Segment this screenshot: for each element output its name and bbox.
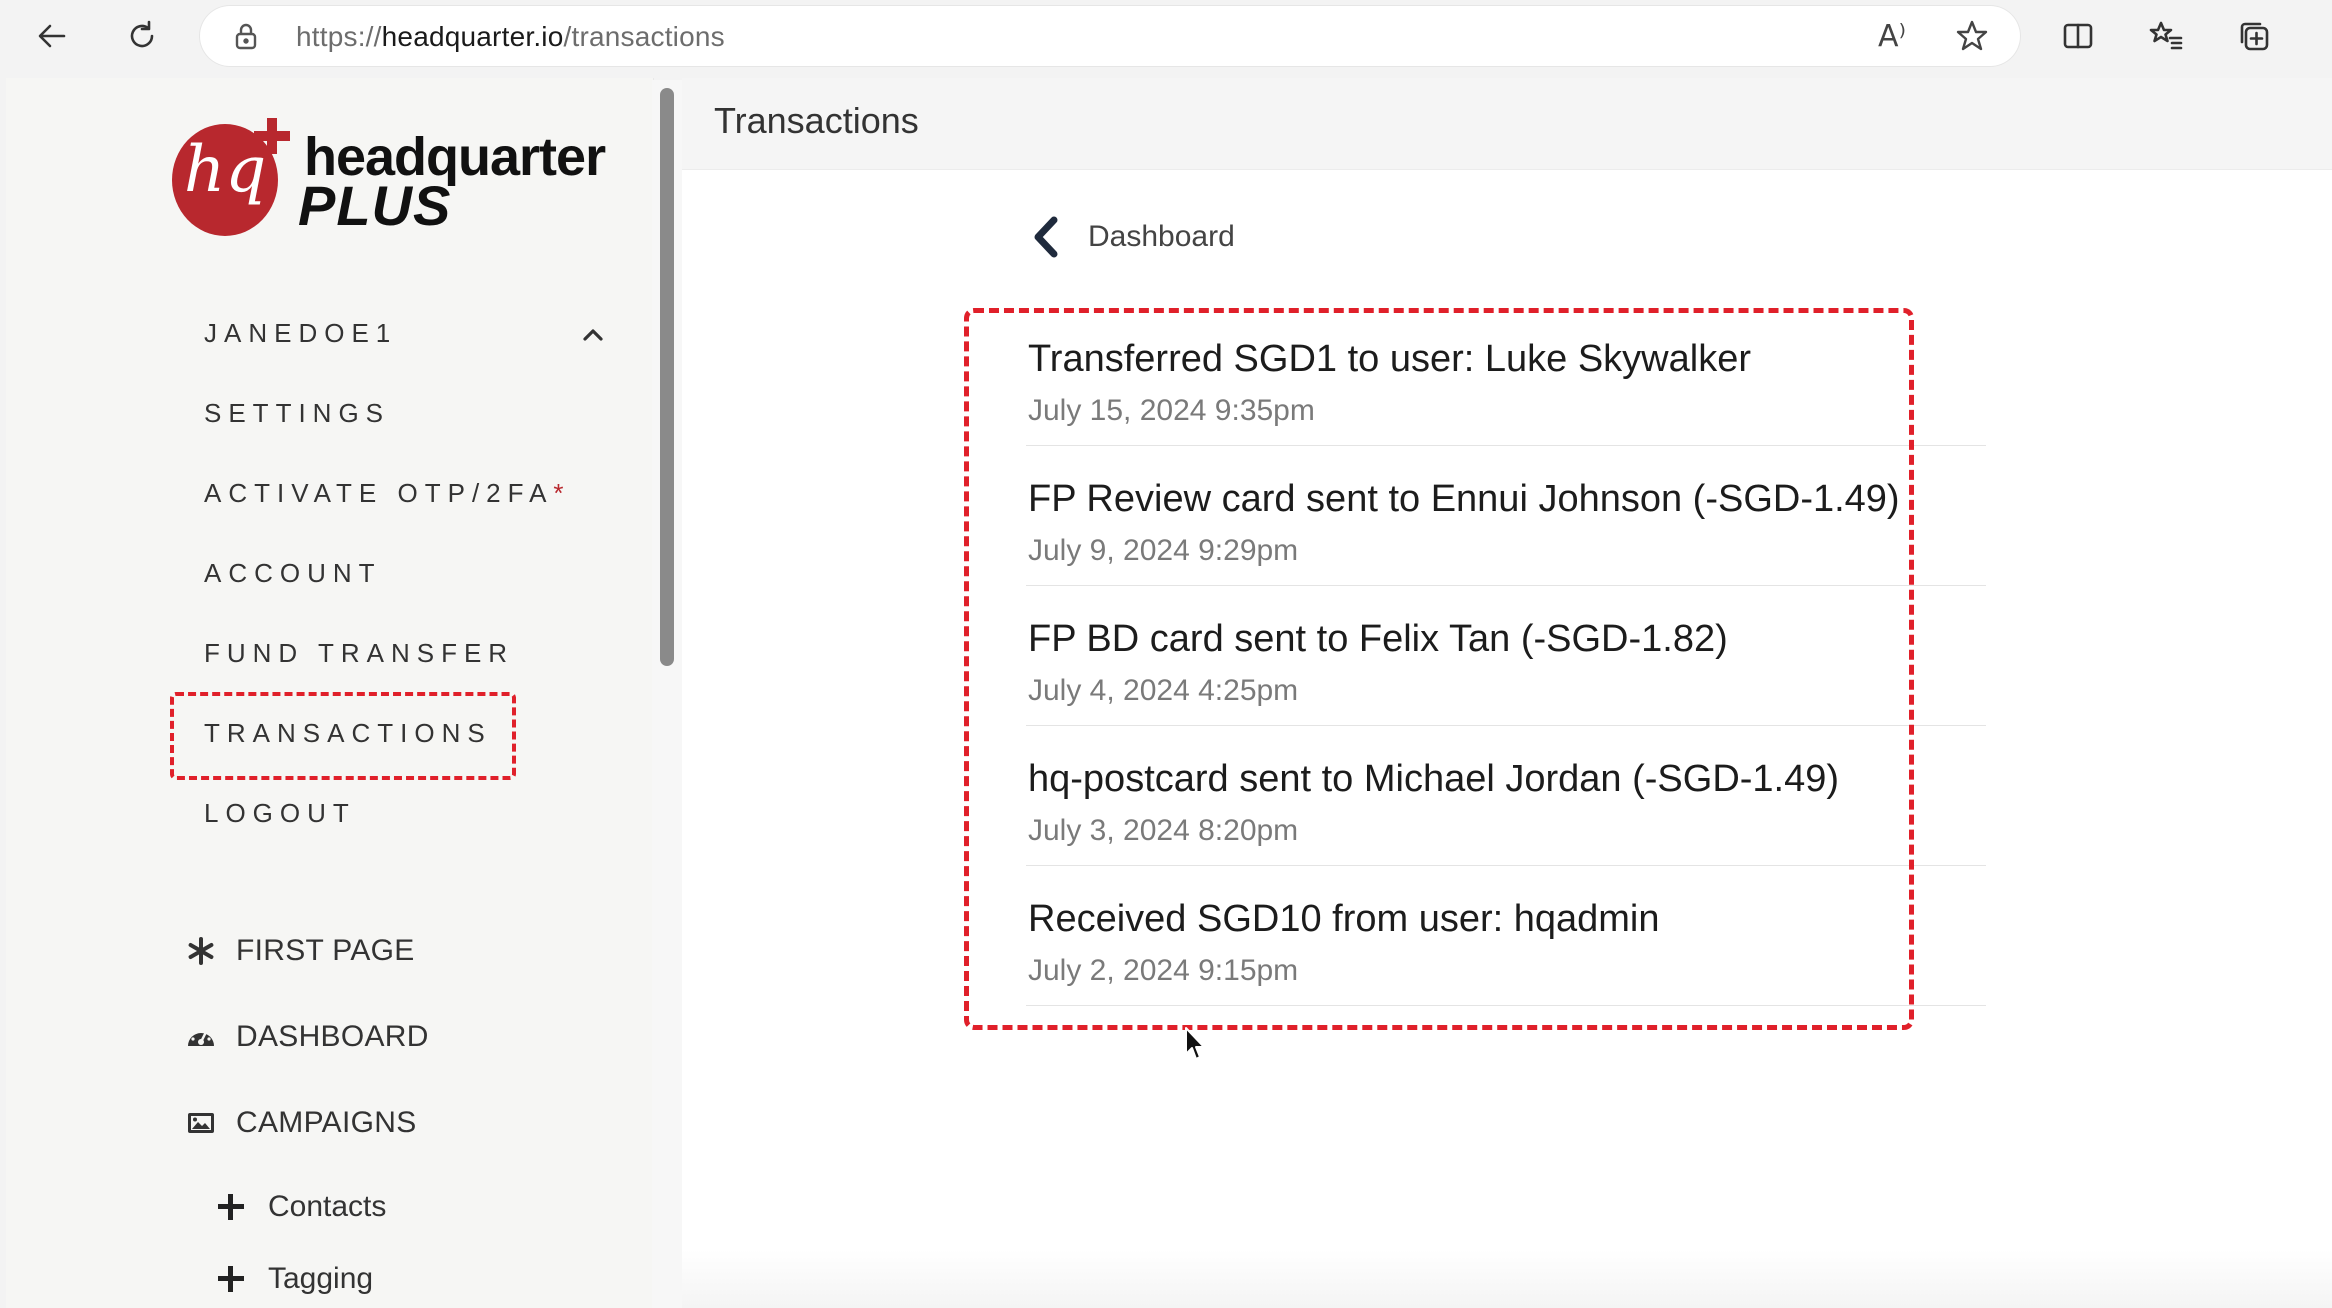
url-path: /transactions: [563, 21, 725, 52]
refresh-icon[interactable]: [114, 8, 170, 64]
address-bar[interactable]: https://headquarter.io/transactions A⁾: [200, 6, 2020, 66]
required-asterisk: *: [553, 478, 564, 508]
collections-icon[interactable]: [2226, 8, 2282, 64]
url-text[interactable]: https://headquarter.io/transactions: [296, 21, 725, 53]
menu-item-activate-otp[interactable]: ACTIVATE OTP/2FA*: [204, 478, 564, 509]
lock-icon[interactable]: [230, 20, 262, 52]
back-to-dashboard-link[interactable]: Dashboard: [1028, 214, 1235, 260]
nav-dashboard[interactable]: DASHBOARD: [184, 1020, 429, 1054]
transactions-highlight-box: [170, 692, 516, 780]
nav-first-page[interactable]: FIRST PAGE: [184, 934, 415, 968]
menu-item-fund-transfer[interactable]: FUND TRANSFER: [204, 638, 514, 669]
speedometer-icon: [184, 1020, 218, 1054]
split-screen-icon[interactable]: [2050, 8, 2106, 64]
logo-plus-wordmark: PLUS: [298, 174, 452, 237]
nav-campaigns-label: CAMPAIGNS: [236, 1106, 417, 1139]
favorites-list-icon[interactable]: [2138, 8, 2194, 64]
menu-item-logout[interactable]: LOGOUT: [204, 798, 356, 829]
image-icon: [184, 1106, 218, 1140]
favorite-star-icon[interactable]: [1954, 18, 1990, 54]
mouse-cursor-icon: [1185, 1027, 1205, 1060]
page-header: Transactions: [682, 78, 2332, 170]
sidebar-scrollbar-thumb[interactable]: [660, 88, 674, 666]
nav-dashboard-label: DASHBOARD: [236, 1020, 429, 1053]
account-username-toggle[interactable]: JANEDOE1: [204, 318, 397, 349]
plus-icon: [216, 1192, 246, 1222]
nav-contacts-label: Contacts: [268, 1190, 387, 1223]
menu-item-settings[interactable]: SETTINGS: [204, 398, 390, 429]
asterisk-icon: [184, 934, 218, 968]
menu-item-activate-otp-label: ACTIVATE OTP/2FA: [204, 478, 554, 508]
nav-tagging[interactable]: Tagging: [216, 1262, 373, 1296]
chevron-left-icon: [1028, 214, 1064, 260]
logo-plus-icon: [254, 118, 290, 154]
url-prefix: https://: [296, 21, 382, 52]
plus-icon: [216, 1264, 246, 1294]
back-arrow-icon[interactable]: [24, 8, 80, 64]
main-bottom-shade: [682, 1250, 2332, 1308]
chevron-up-icon[interactable]: [578, 320, 608, 350]
menu-item-account[interactable]: ACCOUNT: [204, 558, 382, 589]
browser-toolbar: https://headquarter.io/transactions A⁾: [0, 0, 2332, 74]
read-aloud-icon[interactable]: A⁾: [1874, 18, 1910, 54]
page-title: Transactions: [714, 100, 919, 141]
url-domain: headquarter.io: [381, 21, 564, 52]
nav-tagging-label: Tagging: [268, 1262, 374, 1295]
back-link-label: Dashboard: [1088, 220, 1235, 253]
nav-campaigns[interactable]: CAMPAIGNS: [184, 1106, 417, 1140]
nav-contacts[interactable]: Contacts: [216, 1190, 386, 1224]
nav-first-page-label: FIRST PAGE: [236, 934, 415, 967]
transactions-list-highlight-box: [964, 308, 1914, 1030]
headquarter-plus-logo[interactable]: hq headquarter PLUS: [170, 118, 606, 244]
